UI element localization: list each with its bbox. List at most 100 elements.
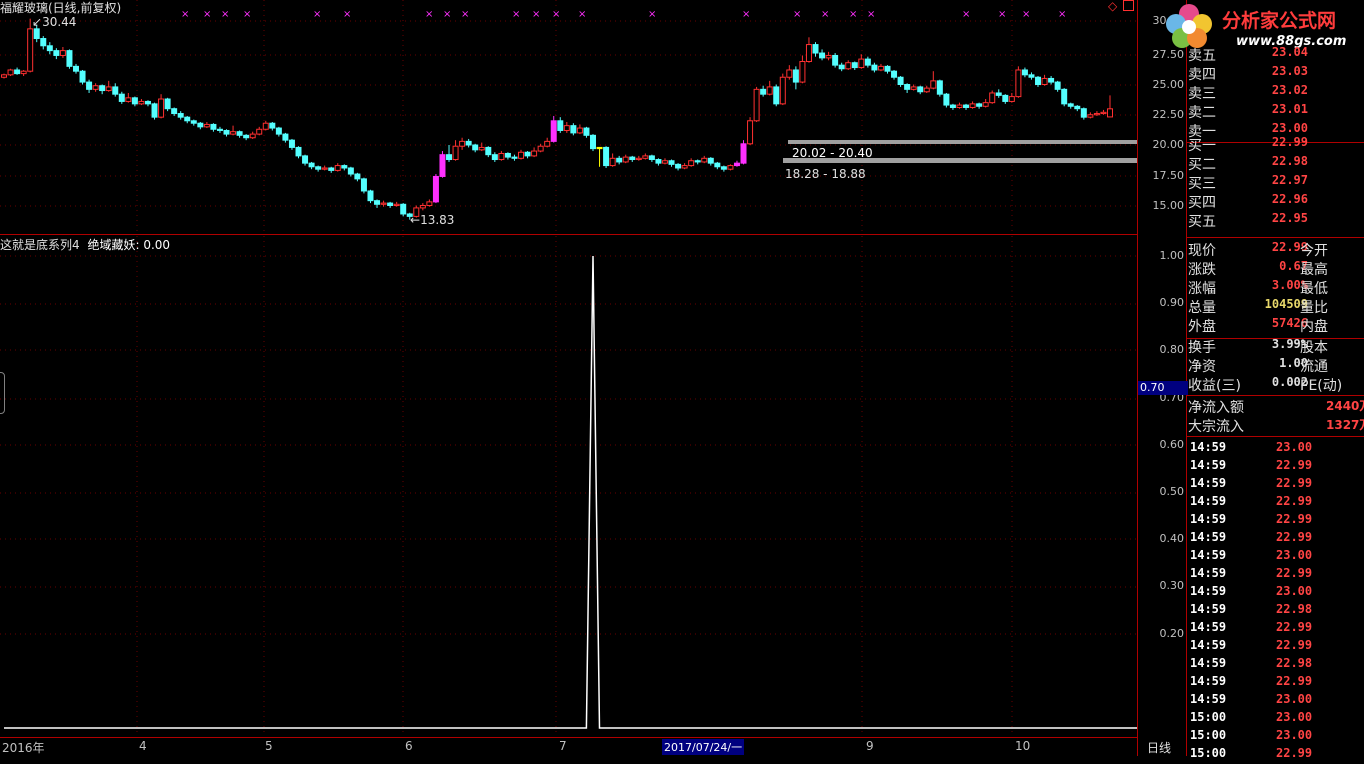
tick-price: 23.00 [1276, 548, 1313, 562]
indicator-value: 0.00 [143, 238, 171, 252]
candle-body [92, 85, 99, 90]
tick-price: 23.00 [1276, 710, 1313, 724]
candle-body [472, 144, 479, 151]
ask-row[interactable]: 卖三 23.02 [1188, 83, 1364, 102]
candle-body [753, 88, 760, 122]
candle-body [779, 76, 786, 105]
kline-chart[interactable] [0, 0, 1138, 232]
chart-right-border [1137, 0, 1138, 756]
candle-body [642, 155, 649, 159]
candle-body [72, 65, 79, 72]
tick-time: 14:59 [1190, 512, 1227, 526]
signal-marker: × [552, 9, 560, 20]
ask-row[interactable]: 卖五 23.04 [1188, 45, 1364, 64]
book-level-label: 买一 [1188, 138, 1216, 154]
quote-label-secondary: PE(动) [1300, 378, 1343, 394]
date-label-jul: 7 [559, 739, 567, 753]
window-icon[interactable] [1123, 0, 1134, 11]
period-tab[interactable]: 日线 [1147, 739, 1171, 756]
candle-body [884, 65, 891, 72]
candle-body [144, 100, 151, 105]
candle-body [1035, 76, 1042, 85]
candle-body [491, 154, 498, 161]
candle-body [452, 145, 459, 161]
tick-time: 14:59 [1190, 494, 1227, 508]
signal-marker: × [243, 9, 251, 20]
quote-row: 涨幅 3.00% 最低 [1188, 278, 1364, 297]
candle-body [583, 127, 590, 136]
side-collapse-handle[interactable] [0, 372, 5, 414]
book-level-price: 22.96 [1271, 192, 1308, 206]
candle-body [1028, 74, 1035, 78]
candle-body [308, 162, 315, 168]
tick-row: 14:59 23.00 [1188, 548, 1364, 566]
candle-body [151, 103, 158, 118]
tick-row: 14:59 22.99 [1188, 620, 1364, 638]
candle-body [609, 157, 616, 167]
bid-row[interactable]: 买二 22.98 [1188, 154, 1364, 173]
panel-divider-5 [1187, 436, 1364, 437]
signal-marker: × [962, 9, 970, 20]
ask-row[interactable]: 卖二 23.01 [1188, 102, 1364, 121]
candle-body [354, 173, 361, 180]
bid-row[interactable]: 买四 22.96 [1188, 192, 1364, 211]
candle-body [79, 70, 86, 83]
candle-body [1080, 108, 1087, 118]
candle-body [1074, 105, 1081, 110]
ask-row[interactable]: 卖四 23.03 [1188, 64, 1364, 83]
tick-row: 15:00 22.99 [1188, 746, 1364, 764]
candle-body [210, 123, 217, 130]
candle-body [419, 205, 426, 209]
tick-price: 23.00 [1276, 692, 1313, 706]
candle-body [223, 129, 230, 135]
quote-label-secondary: 最高 [1300, 262, 1328, 278]
tick-time: 14:59 [1190, 548, 1227, 562]
flow-value: 1327万 [1326, 418, 1364, 432]
quote-label: 涨跌 [1188, 262, 1216, 278]
candle-body [1100, 111, 1107, 115]
candle-body [766, 86, 773, 95]
candle-body [596, 146, 603, 150]
indicator-axis-label: 0.60 [1159, 437, 1185, 451]
bid-row[interactable]: 买五 22.95 [1188, 211, 1364, 230]
book-level-label: 卖二 [1188, 105, 1216, 121]
signal-marker: × [313, 9, 321, 20]
tick-time: 14:59 [1190, 458, 1227, 472]
price-axis-label: 17.50 [1152, 169, 1185, 182]
candle-body [956, 104, 963, 108]
candle-body [714, 162, 721, 168]
candle-body [570, 125, 577, 134]
quote-label: 外盘 [1188, 319, 1216, 335]
quote-label-secondary: 今开 [1300, 243, 1328, 259]
quote-label: 现价 [1188, 243, 1216, 259]
diamond-icon[interactable]: ◇ [1108, 0, 1117, 13]
book-level-price: 22.98 [1271, 154, 1308, 168]
book-level-label: 买二 [1188, 157, 1216, 173]
candle-body [969, 103, 976, 108]
candle-body [616, 157, 623, 163]
candle-body [1061, 88, 1068, 105]
low-label: ←13.83 [410, 213, 455, 227]
tick-price: 22.99 [1276, 746, 1313, 760]
candle-body [694, 160, 701, 163]
candle-body [819, 52, 826, 59]
candle-body [59, 50, 66, 56]
quote-row: 净资 1.00 流通 [1188, 356, 1364, 375]
candle-body [832, 54, 839, 66]
indicator-chart[interactable] [0, 236, 1138, 736]
candle-body [747, 120, 754, 145]
bid-row[interactable]: 买三 22.97 [1188, 173, 1364, 192]
tick-time: 14:59 [1190, 566, 1227, 580]
tick-row: 14:59 22.99 [1188, 458, 1364, 476]
signal-marker: × [648, 9, 656, 20]
tick-row: 14:59 23.00 [1188, 584, 1364, 602]
candle-body [86, 81, 93, 90]
indicator-name: 绝域藏妖 [87, 238, 136, 252]
bid-row[interactable]: 买一 22.99 [1188, 135, 1364, 154]
candle-body [511, 156, 518, 159]
tick-row: 14:59 22.99 [1188, 476, 1364, 494]
candle-body [524, 151, 531, 157]
candle-body [269, 122, 276, 129]
candle-body [589, 134, 596, 150]
candle-body [805, 44, 812, 63]
